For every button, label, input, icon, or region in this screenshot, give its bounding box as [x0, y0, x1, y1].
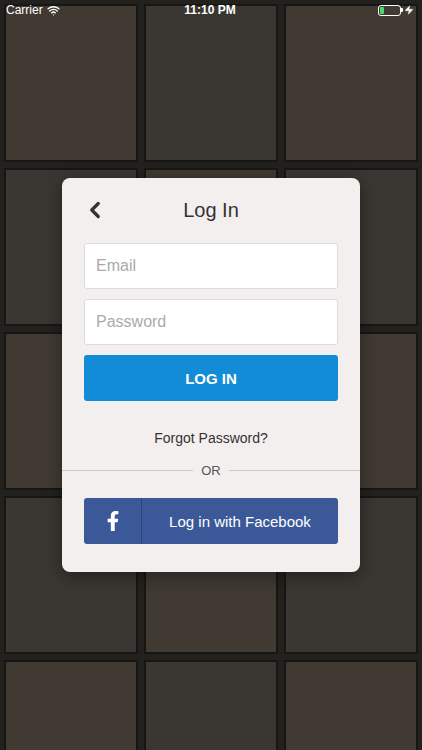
comic-panel	[144, 4, 278, 162]
comic-panel	[4, 660, 138, 750]
dialog-title: Log In	[183, 199, 239, 222]
login-dialog: Log In LOG IN Forgot Password? OR Log in wit…	[62, 178, 360, 572]
text-field[interactable]	[84, 299, 338, 345]
comic-panel	[4, 4, 138, 162]
comic-panel	[284, 660, 418, 750]
status-time: 11:10 PM	[184, 3, 235, 17]
login-form: LOG IN	[84, 243, 338, 401]
forgot-password-link[interactable]: Forgot Password?	[154, 429, 268, 447]
comic-panel	[284, 4, 418, 162]
modal-overlay: Log In LOG IN Forgot Password? OR Log in wit…	[0, 0, 422, 750]
or-divider: OR	[62, 461, 360, 479]
charging-icon	[404, 5, 414, 15]
chevron-left-icon	[82, 197, 108, 223]
facebook-icon	[103, 511, 123, 531]
facebook-login-button[interactable]: Log in with Facebook	[84, 498, 338, 544]
wifi-icon	[47, 4, 60, 17]
screen: Carrier 11:10 PM Log In LOG IN Forgot Passwo…	[0, 0, 422, 750]
status-bar: Carrier 11:10 PM	[0, 0, 422, 20]
text-field[interactable]	[84, 243, 338, 289]
login-button[interactable]: LOG IN	[84, 355, 338, 401]
carrier-label: Carrier	[6, 3, 43, 17]
battery-icon	[378, 5, 403, 16]
back-button[interactable]	[82, 197, 108, 223]
dialog-header: Log In	[84, 195, 338, 225]
comic-panel	[144, 660, 278, 750]
